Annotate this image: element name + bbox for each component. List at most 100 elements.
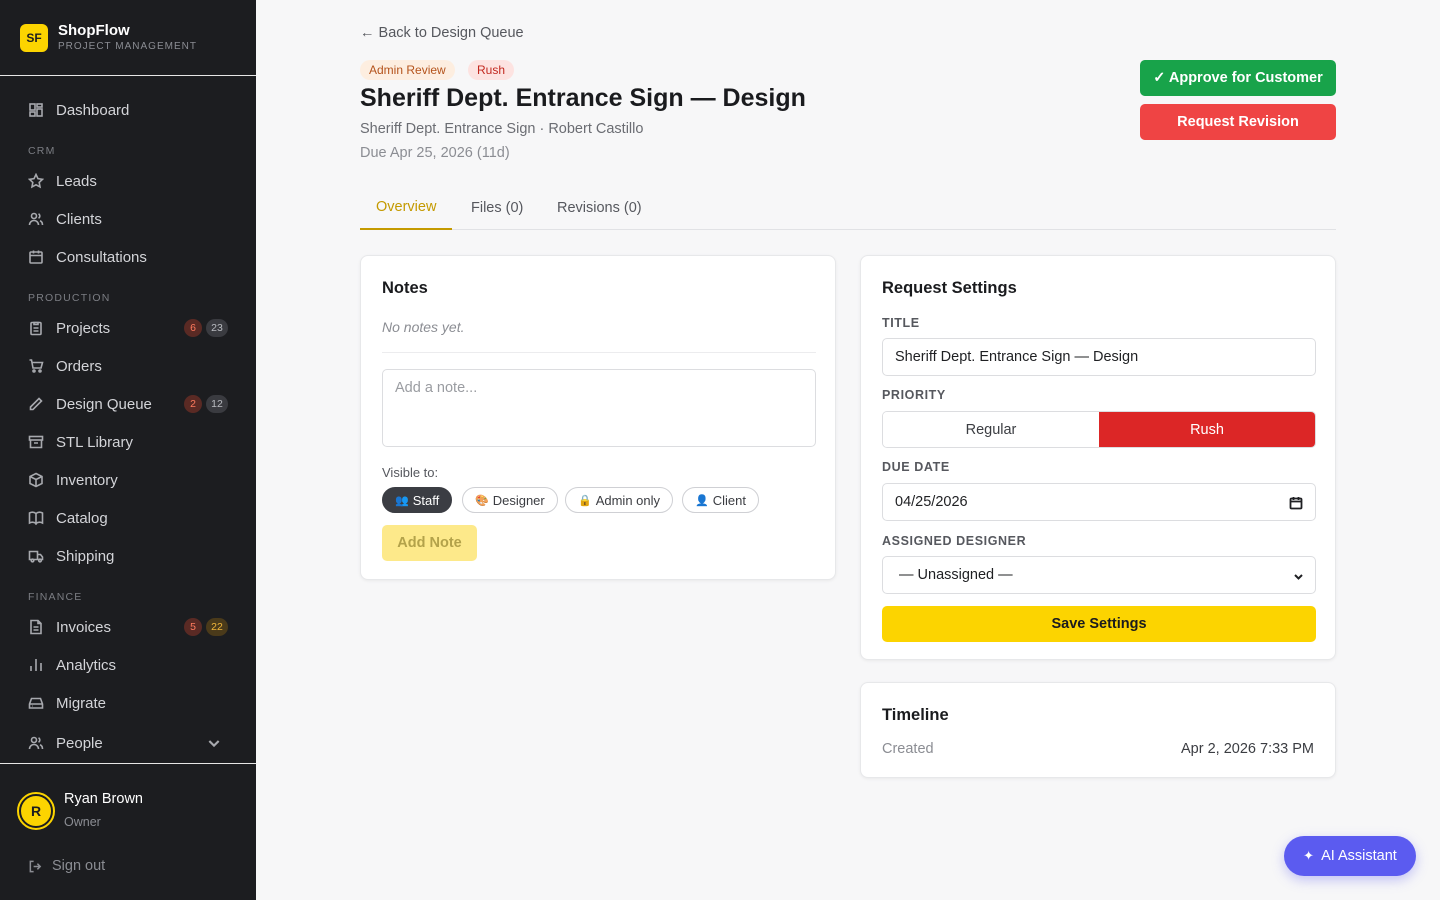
assigned-designer-label: ASSIGNED DESIGNER [882,534,1027,548]
sidebar-item-dashboard[interactable]: Dashboard [0,91,256,129]
sidebar-item-leads[interactable]: Leads [0,162,256,200]
brand-logo: SF [20,23,48,52]
user-panel: R Ryan Brown Owner Sign out [0,763,256,900]
page-subtitle: Sheriff Dept. Entrance Sign · Robert Cas… [360,121,644,137]
invoices-badges: 5 22 [184,618,228,636]
add-note-button[interactable]: Add Note [382,525,477,561]
tab-bar: Overview Files (0) Revisions (0) [360,186,1336,230]
calendar-icon [29,250,43,264]
invoices-alert-badge: 5 [184,618,202,636]
sidebar-item-stl-library[interactable]: STL Library [0,423,256,461]
sidebar-item-label: Projects [56,319,111,337]
lock-icon: 🔒 [578,494,592,507]
priority-rush-option[interactable]: Rush [1099,412,1315,447]
sidebar-item-clients[interactable]: Clients [0,200,256,238]
projects-badges: 6 23 [184,319,228,337]
timeline-title: Timeline [882,706,949,724]
pencil-icon [29,397,43,411]
main-content: ← Back to Design Queue Admin Review Rush… [256,0,1440,900]
sidebar-item-inventory[interactable]: Inventory [0,461,256,499]
brand-name: ShopFlow [58,21,130,39]
designer-select[interactable]: — Unassigned — [882,556,1316,594]
page-title: Sheriff Dept. Entrance Sign — Design [360,84,806,112]
projects-alert-badge: 6 [184,319,202,337]
notes-empty-text: No notes yet. [382,319,465,335]
truck-icon [28,550,44,563]
visibility-staff-toggle[interactable]: 👥 Staff [382,487,453,513]
sidebar-item-label: Invoices [56,618,112,636]
sidebar-item-label: People [56,734,103,752]
section-production: PRODUCTION [28,292,111,304]
design-queue-alert-badge: 2 [184,395,202,413]
projects-count-badge: 23 [206,319,228,337]
design-queue-count-badge: 12 [206,395,228,413]
sidebar-item-people[interactable]: People [0,724,256,762]
chevron-down-icon[interactable] [206,735,222,751]
tab-overview[interactable]: Overview [360,186,453,230]
save-settings-button[interactable]: Save Settings [882,606,1316,642]
tab-revisions[interactable]: Revisions (0) [557,186,642,230]
priority-regular-option[interactable]: Regular [883,412,1099,447]
sidebar-item-label: Dashboard [56,101,130,119]
visibility-label: Designer [492,492,545,508]
staff-icon: 👥 [395,494,409,507]
chevron-down-icon [1294,574,1303,580]
user-role: Owner [64,815,101,829]
dashboard-icon [29,103,43,117]
priority-label: PRIORITY [882,388,946,402]
visibility-client-toggle[interactable]: 👤 Client [682,487,759,513]
title-label: TITLE [882,316,920,330]
notes-title: Notes [382,279,428,297]
calendar-icon[interactable] [1289,496,1303,510]
timeline-created-label: Created [882,741,934,757]
request-revision-button[interactable]: Request Revision [1140,104,1336,140]
palette-icon: 🎨 [475,494,489,507]
sidebar-item-label: Inventory [56,471,118,489]
approve-button[interactable]: ✓ Approve for Customer [1140,60,1336,96]
visibility-label: Admin only [595,492,661,508]
sidebar-item-shipping[interactable]: Shipping [0,537,256,575]
note-input[interactable] [382,369,816,447]
log-out-icon [29,860,42,872]
due-date-input[interactable]: 04/25/2026 [882,483,1316,521]
priority-badge: Rush [468,60,515,80]
tab-files[interactable]: Files (0) [471,186,523,230]
priority-selector: Regular Rush [882,411,1316,448]
cart-icon [29,359,44,373]
due-date-value: 04/25/2026 [895,494,968,510]
sidebar-item-label: Design Queue [56,395,152,413]
settings-title: Request Settings [882,279,1017,297]
sidebar-item-analytics[interactable]: Analytics [0,646,256,684]
sign-out-link[interactable]: Sign out [28,858,105,874]
sidebar-item-label: Shipping [56,547,115,565]
invoices-count-badge: 22 [206,618,228,636]
box-icon [29,472,43,488]
back-link[interactable]: ← Back to Design Queue [360,25,524,41]
visible-to-label: Visible to: [382,465,439,480]
notes-card: Notes No notes yet. Visible to: 👥Staff 🎨… [360,255,836,580]
bar-chart-icon [30,659,42,671]
sidebar-item-projects[interactable]: Projects 6 23 [0,309,256,347]
user-name: Ryan Brown [64,791,143,807]
ai-assistant-button[interactable]: ✦ AI Assistant [1284,836,1416,876]
visibility-designer-toggle[interactable]: 🎨 Designer [462,487,558,513]
visibility-label: Staff [412,492,440,508]
brand-subtitle: PROJECT MANAGEMENT [58,40,197,52]
book-icon [28,511,44,526]
due-date-label: DUE DATE [882,460,950,474]
sidebar-item-invoices[interactable]: Invoices 5 22 [0,608,256,646]
sidebar-item-catalog[interactable]: Catalog [0,499,256,537]
sidebar-item-consultations[interactable]: Consultations [0,238,256,276]
users-icon [28,212,44,226]
sidebar-item-design-queue[interactable]: Design Queue 2 12 [0,385,256,423]
title-input[interactable]: Sheriff Dept. Entrance Sign — Design [882,338,1316,376]
sidebar-item-label: Catalog [56,509,108,527]
sidebar-item-label: Migrate [56,694,107,712]
divider [382,352,816,353]
design-queue-badges: 2 12 [184,395,228,413]
visibility-admin-toggle[interactable]: 🔒 Admin only [565,487,674,513]
hard-drive-icon [28,697,44,709]
sidebar-item-migrate[interactable]: Migrate [0,684,256,722]
sidebar-item-orders[interactable]: Orders [0,347,256,385]
avatar[interactable]: R [17,792,55,830]
